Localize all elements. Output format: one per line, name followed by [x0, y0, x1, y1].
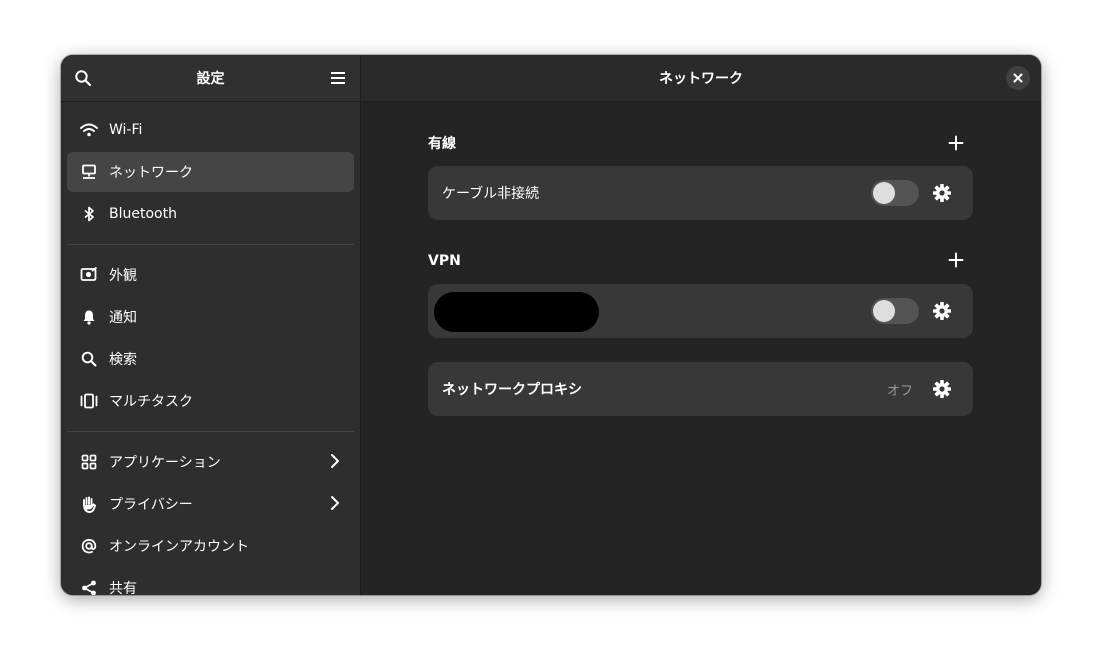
chevron-right-icon: [330, 453, 340, 473]
sidebar-item-label: 共有: [109, 581, 137, 595]
bell-icon: [80, 308, 98, 326]
multitasking-icon: [80, 392, 98, 410]
gear-icon: [933, 302, 951, 320]
main-menu-button[interactable]: [324, 64, 352, 92]
sidebar: 設定 Wi-Fi ネットワーク Bluetooth 外観 通知 検索 マルチタス…: [61, 55, 361, 595]
main-panel: ネットワーク 有線 ケーブル非接続 VPN ネットワークプロキシ オフ: [361, 55, 1041, 595]
at-icon: [80, 537, 98, 555]
sidebar-item-wifi[interactable]: Wi-Fi: [67, 110, 354, 150]
sidebar-item-online-accounts[interactable]: オンラインアカウント: [67, 526, 354, 566]
add-vpn-button[interactable]: [941, 245, 971, 275]
hamburger-menu-icon: [331, 72, 345, 84]
sidebar-item-label: アプリケーション: [109, 455, 221, 471]
sidebar-item-bluetooth[interactable]: Bluetooth: [67, 194, 354, 234]
bluetooth-icon: [80, 205, 98, 223]
chevron-right-icon: [330, 495, 340, 515]
wired-section-title: 有線: [428, 136, 456, 152]
apps-icon: [80, 453, 98, 471]
sidebar-item-label: 外観: [109, 268, 137, 284]
search-icon: [80, 350, 98, 368]
sidebar-item-label: マルチタスク: [109, 394, 193, 410]
sidebar-separator: [67, 244, 354, 245]
sidebar-item-notifications[interactable]: 通知: [67, 297, 354, 337]
page-title: ネットワーク: [659, 71, 743, 87]
wired-settings-button[interactable]: [931, 182, 953, 204]
sidebar-item-label: 検索: [109, 352, 137, 368]
hand-icon: [80, 495, 98, 513]
vpn-toggle-switch[interactable]: [871, 298, 919, 324]
gear-icon: [933, 184, 951, 202]
wifi-icon: [80, 121, 98, 139]
wired-toggle-switch[interactable]: [871, 180, 919, 206]
sidebar-item-label: Wi-Fi: [109, 122, 143, 138]
sidebar-item-appearance[interactable]: 外観: [67, 255, 354, 295]
sidebar-item-label: プライバシー: [109, 497, 193, 513]
sidebar-item-multitasking[interactable]: マルチタスク: [67, 381, 354, 421]
wired-connection-row: ケーブル非接続: [428, 166, 973, 220]
sidebar-separator: [67, 431, 354, 432]
sidebar-item-label: 通知: [109, 310, 137, 326]
settings-window: 設定 Wi-Fi ネットワーク Bluetooth 外観 通知 検索 マルチタス…: [61, 55, 1041, 595]
sidebar-item-label: オンラインアカウント: [109, 539, 249, 555]
sidebar-title: 設定: [196, 71, 225, 87]
plus-icon: [948, 135, 964, 151]
sidebar-header: 設定: [61, 55, 360, 102]
appearance-icon: [80, 266, 98, 284]
close-icon: [1013, 73, 1023, 83]
gear-icon: [933, 380, 951, 398]
sidebar-item-applications[interactable]: アプリケーション: [67, 442, 354, 482]
toggle-knob: [873, 300, 895, 322]
main-header: ネットワーク: [361, 55, 1041, 102]
sidebar-item-search[interactable]: 検索: [67, 339, 354, 379]
sidebar-list: Wi-Fi ネットワーク Bluetooth 外観 通知 検索 マルチタスク ア…: [67, 110, 354, 595]
network-proxy-status: オフ: [886, 384, 913, 399]
redacted-vpn-name: [434, 292, 599, 332]
proxy-settings-button[interactable]: [931, 378, 953, 400]
vpn-settings-button[interactable]: [931, 300, 953, 322]
close-button[interactable]: [1006, 66, 1030, 90]
sidebar-item-sharing[interactable]: 共有: [67, 568, 354, 595]
sidebar-item-label: ネットワーク: [109, 165, 193, 181]
wired-connection-label: ケーブル非接続: [442, 186, 540, 202]
network-proxy-row[interactable]: ネットワークプロキシ オフ: [428, 362, 973, 416]
sidebar-item-privacy[interactable]: プライバシー: [67, 484, 354, 524]
plus-icon: [948, 252, 964, 268]
share-icon: [80, 579, 98, 595]
network-icon: [80, 163, 98, 181]
add-wired-connection-button[interactable]: [941, 128, 971, 158]
vpn-section-title: VPN: [428, 253, 461, 269]
network-proxy-label: ネットワークプロキシ: [442, 382, 582, 398]
vpn-connection-row: [428, 284, 973, 338]
sidebar-item-label: Bluetooth: [109, 206, 177, 222]
sidebar-item-network[interactable]: ネットワーク: [67, 152, 354, 192]
toggle-knob: [873, 182, 895, 204]
